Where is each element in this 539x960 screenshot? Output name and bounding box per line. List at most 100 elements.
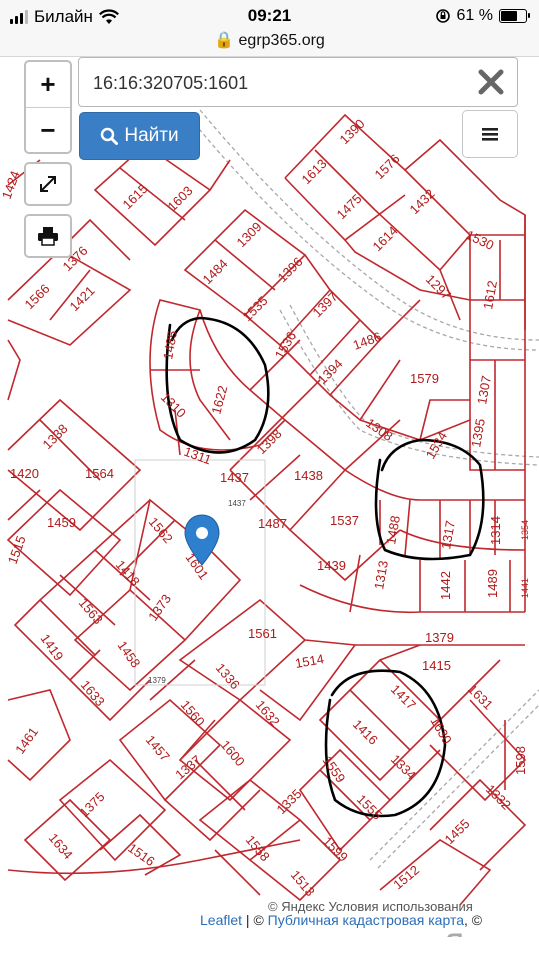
plot-label-1600: 1600: [218, 737, 248, 769]
plot-label-1515: 1515: [5, 534, 29, 566]
plot-label-1560: 1560: [178, 697, 208, 729]
plot-label-1487: 1487: [258, 516, 287, 531]
plot-label-1530: 1530: [464, 227, 497, 253]
zoom-out-button[interactable]: −: [26, 108, 70, 153]
plot-label-1398: 1398: [254, 426, 285, 457]
plot-label-1416: 1416: [350, 717, 381, 748]
leaflet-link[interactable]: Leaflet: [200, 912, 242, 928]
plot-label-1576: 1576: [372, 151, 403, 182]
plot-label-1534: 1534: [423, 429, 450, 462]
plot-label-1612: 1612: [480, 279, 500, 310]
plot-label-1489: 1489: [485, 569, 500, 598]
plot-label-1432: 1432: [407, 186, 438, 217]
selection-label-1379: 1379: [148, 676, 166, 685]
plot-label-1459: 1459: [47, 515, 76, 530]
plot-label-1395: 1395: [468, 417, 488, 448]
plot-label-1373: 1373: [145, 591, 174, 623]
plot-label-1437: 1437: [220, 470, 249, 485]
close-icon: [478, 69, 504, 95]
plot-label-1564: 1564: [85, 466, 114, 481]
plot-label-1484: 1484: [200, 256, 231, 287]
plot-label-1458: 1458: [115, 638, 144, 670]
plot-label-1622: 1622: [208, 384, 230, 416]
plot-label-1314: 1314: [488, 516, 503, 545]
plot-label-1297: 1297: [423, 272, 454, 303]
status-bar: Билайн 09:21 61 % 🔒 egrp365.org: [0, 0, 539, 57]
plot-label-1421: 1421: [67, 283, 98, 314]
plot-label-1420: 1420: [10, 466, 39, 481]
plot-label-1615: 1615: [120, 181, 151, 212]
plot-label-1485: 1485: [160, 329, 180, 360]
plot-label-1336: 1336: [213, 660, 243, 692]
plot-label-1486: 1486: [351, 329, 383, 353]
cadastral-map[interactable]: 1390 1613 1576 1475 1432 1615 1603 1614 …: [0, 57, 539, 937]
cadastral-search-box: [78, 57, 518, 107]
plot-label-1455: 1455: [442, 816, 473, 847]
print-button[interactable]: [24, 214, 72, 258]
plot-label-1614: 1614: [370, 223, 401, 254]
yandex-logo: Яндекс: [446, 929, 531, 937]
find-button-label: Найти: [124, 125, 179, 146]
plot-label-1417: 1417: [388, 682, 419, 713]
attribution-tail: , ©: [464, 912, 483, 928]
url-text: egrp365.org: [238, 32, 325, 49]
search-icon: [101, 127, 119, 145]
plot-label-1438: 1438: [294, 468, 323, 483]
fullscreen-button[interactable]: [24, 162, 72, 206]
plot-label-1457: 1457: [143, 732, 173, 764]
plot-label-1307: 1307: [474, 374, 494, 405]
attribution-separator: | ©: [242, 912, 268, 928]
plot-label-1309: 1309: [234, 219, 265, 250]
map-canvas[interactable]: 1390 1613 1576 1475 1432 1615 1603 1614 …: [0, 57, 539, 937]
clear-search-button[interactable]: [475, 66, 507, 98]
plot-label-1415: 1415: [422, 658, 451, 673]
plot-label-1439: 1439: [317, 558, 346, 573]
plot-label-1563: 1563: [76, 595, 106, 627]
plot-label-1599: 1599: [320, 834, 351, 865]
plot-label-1311: 1311: [182, 444, 213, 468]
plot-label-1512: 1512: [390, 862, 422, 892]
menu-button[interactable]: [462, 110, 518, 158]
plot-label-1535: 1535: [240, 293, 271, 324]
plot-label-1354: 1354: [520, 520, 530, 540]
address-bar[interactable]: 🔒 egrp365.org: [0, 30, 539, 50]
cadastre-link[interactable]: Публичная кадастровая карта: [268, 912, 464, 928]
plot-label-1598: 1598: [513, 746, 528, 775]
zoom-in-button[interactable]: +: [26, 62, 70, 108]
find-button[interactable]: Найти: [79, 112, 200, 160]
plot-label-1514: 1514: [294, 651, 325, 671]
plot-label-1310: 1310: [158, 390, 189, 421]
cadastral-number-input[interactable]: [91, 68, 455, 98]
plot-label-1559: 1559: [320, 753, 349, 785]
plot-label-1441: 1441: [520, 578, 530, 598]
battery-percent: 61 %: [456, 7, 493, 24]
plot-label-1379: 1379: [425, 630, 454, 645]
plot-label-1516: 1516: [125, 840, 157, 869]
plot-label-1555: 1555: [354, 792, 385, 823]
zoom-control: + −: [24, 60, 72, 154]
expand-icon: [40, 176, 56, 192]
printer-icon: [38, 227, 58, 246]
plot-label-1419: 1419: [38, 631, 67, 663]
plot-label-1313: 1313: [371, 559, 391, 590]
plot-label-1634: 1634: [46, 830, 76, 862]
plot-label-1631: 1631: [465, 682, 496, 713]
plot-label-1424: 1424: [0, 169, 23, 201]
plot-label-1537: 1537: [330, 513, 359, 528]
plot-label-1561: 1561: [248, 626, 277, 641]
plot-label-1562: 1562: [146, 514, 176, 546]
hamburger-icon: [482, 128, 498, 141]
plot-label-1397: 1397: [310, 289, 341, 320]
lock-icon: 🔒: [214, 32, 235, 49]
plot-label-1630: 1630: [427, 714, 454, 747]
parcel-boundaries: [6, 113, 527, 906]
plot-label-1375: 1375: [77, 789, 108, 820]
plot-label-1566: 1566: [22, 281, 53, 312]
orientation-lock-icon: [435, 9, 450, 23]
battery-group: 61 %: [435, 7, 530, 25]
plot-label-1558: 1558: [243, 832, 273, 864]
plot-label-1338: 1338: [40, 421, 71, 452]
plot-label-1579: 1579: [410, 371, 439, 386]
plot-label-1461: 1461: [12, 724, 41, 756]
plot-label-1418: 1418: [113, 557, 143, 589]
